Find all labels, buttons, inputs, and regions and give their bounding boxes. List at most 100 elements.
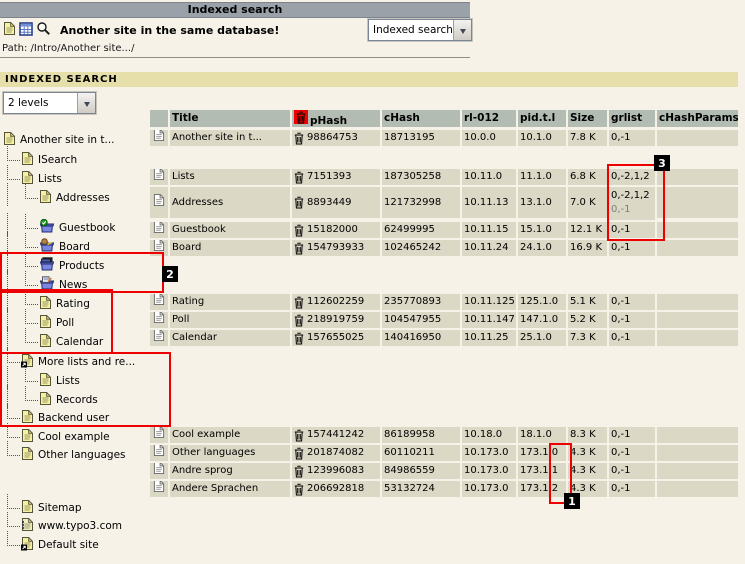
table-row: Andre sprog1239960838498655910.173.0173.… — [150, 463, 738, 479]
folder-board-icon[interactable] — [39, 238, 55, 255]
column-header-label: cHash — [384, 112, 420, 124]
cell-rl012: 10.11.147 — [462, 312, 516, 328]
tree-item-label[interactable]: Guestbook — [59, 222, 115, 234]
page-yellow-icon[interactable] — [21, 409, 34, 427]
phash-value: 7151393 — [307, 169, 352, 185]
cell-chash: 86189958 — [382, 427, 460, 443]
page-yellow-icon[interactable] — [39, 314, 52, 332]
page-yellow-icon[interactable] — [39, 295, 52, 313]
column-header-icon-spacer — [150, 110, 168, 127]
page-yellow-icon[interactable] — [21, 428, 34, 446]
page-icon[interactable] — [3, 21, 16, 39]
tree-item-label[interactable]: Another site in t... — [20, 134, 115, 146]
tree-item-label[interactable]: Records — [56, 394, 98, 406]
delete-all-trash-icon[interactable] — [294, 110, 308, 124]
tree-item-rating[interactable]: Rating — [39, 295, 90, 312]
cell-chashparams — [657, 130, 738, 146]
tree-item-other-languages[interactable]: Other languages — [21, 446, 126, 463]
delete-trash-icon[interactable] — [294, 196, 304, 209]
tree-item-label[interactable]: Lists — [38, 173, 62, 185]
cell-rl012: 10.11.0 — [462, 169, 516, 185]
page-yellow-icon[interactable] — [39, 372, 52, 390]
search-icon — [36, 21, 51, 39]
delete-trash-icon[interactable] — [294, 429, 304, 442]
tree-item-calendar[interactable]: Calendar — [39, 333, 103, 350]
cell-size: 7.8 K — [568, 130, 607, 146]
table-row: Guestbook151820006249999510.11.1515.1.01… — [150, 222, 738, 238]
tree-item-sitemap[interactable]: Sitemap — [21, 499, 82, 516]
folder-guestbook-icon[interactable] — [39, 219, 55, 236]
delete-trash-icon[interactable] — [294, 242, 304, 255]
phash-value: 112602259 — [307, 294, 364, 310]
page-shortcut-icon[interactable] — [21, 536, 34, 554]
chevron-down-icon[interactable] — [77, 93, 95, 113]
tree-item-products[interactable]: Products — [39, 257, 104, 274]
page-external-icon[interactable] — [21, 517, 34, 535]
tree-item-backend-user[interactable]: Backend user — [21, 409, 109, 426]
tree-item-label[interactable]: Other languages — [38, 449, 126, 461]
tree-item-www-typo3-com[interactable]: www.typo3.com — [21, 517, 122, 534]
tree-item-records[interactable]: Records — [39, 391, 98, 408]
tree-item-label[interactable]: Products — [59, 260, 104, 272]
delete-trash-icon[interactable] — [294, 447, 304, 460]
tree-item-label[interactable]: Backend user — [38, 412, 109, 424]
phash-value: 98864753 — [307, 130, 358, 146]
page-yellow-icon[interactable] — [21, 151, 34, 169]
page-title: Another site in the same database! — [60, 24, 279, 37]
delete-trash-icon[interactable] — [294, 132, 304, 145]
tree-item-label[interactable]: ISearch — [38, 154, 77, 166]
tree-item-label[interactable]: Sitemap — [38, 502, 82, 514]
cell-pidtl: 11.1.0 — [518, 169, 566, 185]
page-yellow-icon[interactable] — [39, 391, 52, 409]
delete-trash-icon[interactable] — [294, 296, 304, 309]
delete-trash-icon[interactable] — [294, 171, 304, 184]
cell-grlist: 0,-1 — [609, 445, 655, 461]
table-row: Andere Sprachen2066928185313272410.173.0… — [150, 481, 738, 497]
tree-item-lists[interactable]: Lists — [39, 372, 80, 389]
delete-trash-icon[interactable] — [294, 465, 304, 478]
tree-item-label[interactable]: Addresses — [56, 192, 110, 204]
tree-item-addresses[interactable]: Addresses — [39, 189, 110, 206]
tree-item-label[interactable]: News — [59, 279, 87, 291]
tree-item-guestbook[interactable]: Guestbook — [39, 219, 115, 236]
tree-item-isearch[interactable]: ISearch — [21, 151, 77, 168]
grlist-value: 0,-1 — [611, 481, 631, 497]
tree-item-poll[interactable]: Poll — [39, 314, 74, 331]
delete-trash-icon[interactable] — [294, 314, 304, 327]
page-yellow-icon[interactable] — [21, 446, 34, 464]
tree-item-label[interactable]: Rating — [56, 298, 90, 310]
tree-item-label[interactable]: Board — [59, 241, 90, 253]
tree-item-label[interactable]: Lists — [56, 375, 80, 387]
tree-item-news[interactable]: News — [39, 276, 87, 293]
table-row: Calendar15765502514041695010.11.2525.1.0… — [150, 330, 738, 346]
tree-item-default-site[interactable]: Default site — [21, 536, 99, 553]
tree-item-more-lists-and-re[interactable]: More lists and re... — [21, 353, 135, 370]
cell-size: 8.3 K — [568, 427, 607, 443]
chevron-down-icon[interactable] — [453, 20, 471, 40]
document-icon — [153, 481, 165, 497]
cell-record-icon — [150, 130, 168, 146]
cell-rl012: 10.173.0 — [462, 463, 516, 479]
cell-rl012: 10.0.0 — [462, 130, 516, 146]
folder-news-icon[interactable] — [39, 276, 55, 293]
tree-item-label[interactable]: Cool example — [38, 431, 110, 443]
page-yellow-icon[interactable] — [39, 333, 52, 351]
depth-select[interactable]: 2 levels — [3, 92, 96, 114]
page-yellow-icon[interactable] — [21, 499, 34, 517]
tree-item-board[interactable]: Board — [39, 238, 90, 255]
delete-trash-icon[interactable] — [294, 483, 304, 496]
tree-item-label[interactable]: Default site — [38, 539, 99, 551]
tree-item-label[interactable]: www.typo3.com — [38, 520, 122, 532]
tree-item-label[interactable]: Calendar — [56, 336, 103, 348]
tree-item-cool-example[interactable]: Cool example — [21, 428, 110, 445]
page-yellow-icon[interactable] — [39, 189, 52, 207]
function-select[interactable]: Indexed search — [368, 19, 472, 41]
cell-chash: 187305258 — [382, 169, 460, 185]
tree-item-label[interactable]: More lists and re... — [38, 356, 135, 368]
cell-phash: 157441242 — [292, 427, 380, 443]
table-row: Cool example1574412428618995810.18.018.1… — [150, 427, 738, 443]
folder-products-icon[interactable] — [39, 257, 55, 274]
tree-item-label[interactable]: Poll — [56, 317, 74, 329]
delete-trash-icon[interactable] — [294, 224, 304, 237]
delete-trash-icon[interactable] — [294, 332, 304, 345]
